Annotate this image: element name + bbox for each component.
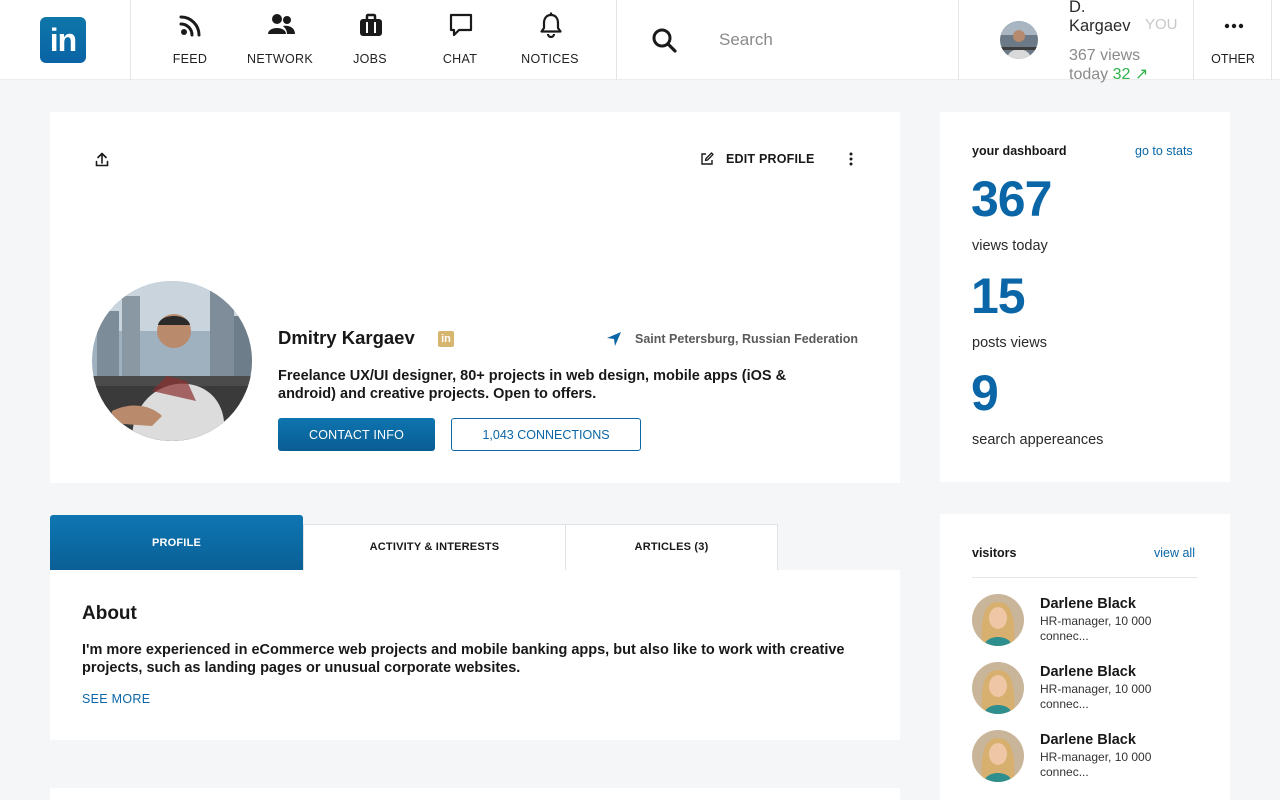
- nav-chat-label: CHAT: [442, 52, 478, 66]
- location-arrow-icon: [607, 332, 621, 346]
- stat-posts-views-value: 15: [971, 268, 1026, 324]
- visitors-card: visitors view all Darlene Black HR-manag…: [940, 514, 1230, 800]
- bell-icon: [540, 12, 562, 38]
- logo-cell: in: [0, 0, 131, 80]
- stat-search-appearances-label: search appereances: [972, 432, 1104, 448]
- about-title: About: [82, 603, 137, 624]
- linkedin-logo[interactable]: in: [40, 17, 86, 63]
- view-all-link[interactable]: view all: [1154, 546, 1195, 560]
- nav-feed-label: FEED: [172, 52, 208, 66]
- profile-location: Saint Petersburg, Russian Federation: [635, 332, 858, 346]
- top-navigation-bar: in FEED NETWORK JOBS CHAT NOTICES Search…: [0, 0, 1280, 83]
- profile-card: EDIT PROFILE Dmitry Kargaev in Saint Pet…: [50, 112, 900, 483]
- stat-views-today-value: 367: [971, 171, 1052, 227]
- about-text: I'm more experienced in eCommerce web pr…: [82, 642, 845, 676]
- dashboard-title: your dashboard: [972, 144, 1067, 158]
- tab-articles[interactable]: ARTICLES (3): [565, 524, 778, 571]
- premium-badge: in: [438, 331, 454, 347]
- dashboard-card: your dashboard go to stats 367 views tod…: [940, 112, 1230, 482]
- nav-notices[interactable]: NOTICES: [505, 0, 595, 80]
- rss-icon: [179, 15, 201, 37]
- visitor-subtitle: HR-manager, 10 000 connec...: [1040, 614, 1152, 643]
- list-item[interactable]: Darlene Black HR-manager, 10 000 connec.…: [972, 730, 1202, 786]
- more-vertical-icon[interactable]: [846, 151, 856, 167]
- nav-other-label: OTHER: [1211, 52, 1255, 66]
- edit-pencil-icon: [701, 152, 714, 165]
- chat-bubble-icon: [449, 13, 473, 37]
- visitor-name: Darlene Black: [1040, 664, 1136, 680]
- edit-profile-label: EDIT PROFILE: [726, 152, 815, 166]
- avatar[interactable]: [972, 730, 1024, 782]
- nav-other[interactable]: OTHER: [1194, 0, 1272, 80]
- me-name: D. Kargaev: [1069, 0, 1131, 35]
- nav-jobs-label: JOBS: [353, 52, 387, 66]
- profile-photo[interactable]: [92, 281, 252, 441]
- people-icon: [268, 14, 295, 34]
- nav-jobs[interactable]: JOBS: [325, 0, 415, 80]
- go-to-stats-link[interactable]: go to stats: [1135, 144, 1193, 158]
- avatar[interactable]: [1000, 21, 1038, 59]
- nav-feed[interactable]: FEED: [145, 0, 235, 80]
- me-profile-menu[interactable]: D. Kargaev YOU 367 views today 32 ↗: [959, 0, 1194, 83]
- tab-activity-interests[interactable]: ACTIVITY & INTERESTS: [303, 524, 566, 571]
- profile-headline: Freelance UX/UI designer, 80+ projects i…: [278, 368, 787, 402]
- visitor-name: Darlene Black: [1040, 732, 1136, 748]
- upload-icon[interactable]: [95, 152, 109, 167]
- visitor-subtitle: HR-manager, 10 000 connec...: [1040, 682, 1152, 711]
- visitor-subtitle: HR-manager, 10 000 connec...: [1040, 750, 1152, 779]
- nav-notices-label: NOTICES: [521, 52, 579, 66]
- avatar[interactable]: [972, 662, 1024, 714]
- visitors-divider: [972, 577, 1198, 578]
- me-you-label: YOU: [1145, 16, 1178, 33]
- more-horizontal-icon: [1224, 23, 1244, 29]
- search-icon[interactable]: [651, 27, 677, 53]
- list-item[interactable]: Darlene Black HR-manager, 10 000 connec.…: [972, 662, 1202, 718]
- tab-profile[interactable]: PROFILE: [50, 515, 303, 571]
- profile-tabs: PROFILE ACTIVITY & INTERESTS ARTICLES (3…: [50, 515, 900, 571]
- search-area: [616, 0, 959, 80]
- stat-views-today-label: views today: [972, 238, 1048, 254]
- briefcase-icon: [360, 13, 382, 36]
- avatar[interactable]: [972, 594, 1024, 646]
- visitors-title: visitors: [972, 546, 1017, 560]
- list-item[interactable]: Darlene Black HR-manager, 10 000 connec.…: [972, 594, 1202, 650]
- nav-network-label: NETWORK: [247, 52, 313, 66]
- nav-chat[interactable]: CHAT: [415, 0, 505, 80]
- nav-network[interactable]: NETWORK: [235, 0, 325, 80]
- see-more-link[interactable]: SEE MORE: [82, 692, 150, 706]
- stat-posts-views-label: posts views: [972, 335, 1047, 351]
- search-input[interactable]: [719, 28, 919, 52]
- visitor-name: Darlene Black: [1040, 596, 1136, 612]
- me-views-today: 367 views today 32 ↗: [1069, 46, 1159, 84]
- next-section-card: [50, 788, 900, 800]
- connections-button[interactable]: 1,043 CONNECTIONS: [451, 418, 641, 451]
- about-card: About I'm more experienced in eCommerce …: [50, 570, 900, 740]
- profile-name: Dmitry Kargaev: [278, 327, 415, 348]
- stat-search-appearances-value: 9: [971, 365, 999, 421]
- contact-info-button[interactable]: CONTACT INFO: [278, 418, 435, 451]
- me-views-delta: 32 ↗: [1112, 66, 1149, 83]
